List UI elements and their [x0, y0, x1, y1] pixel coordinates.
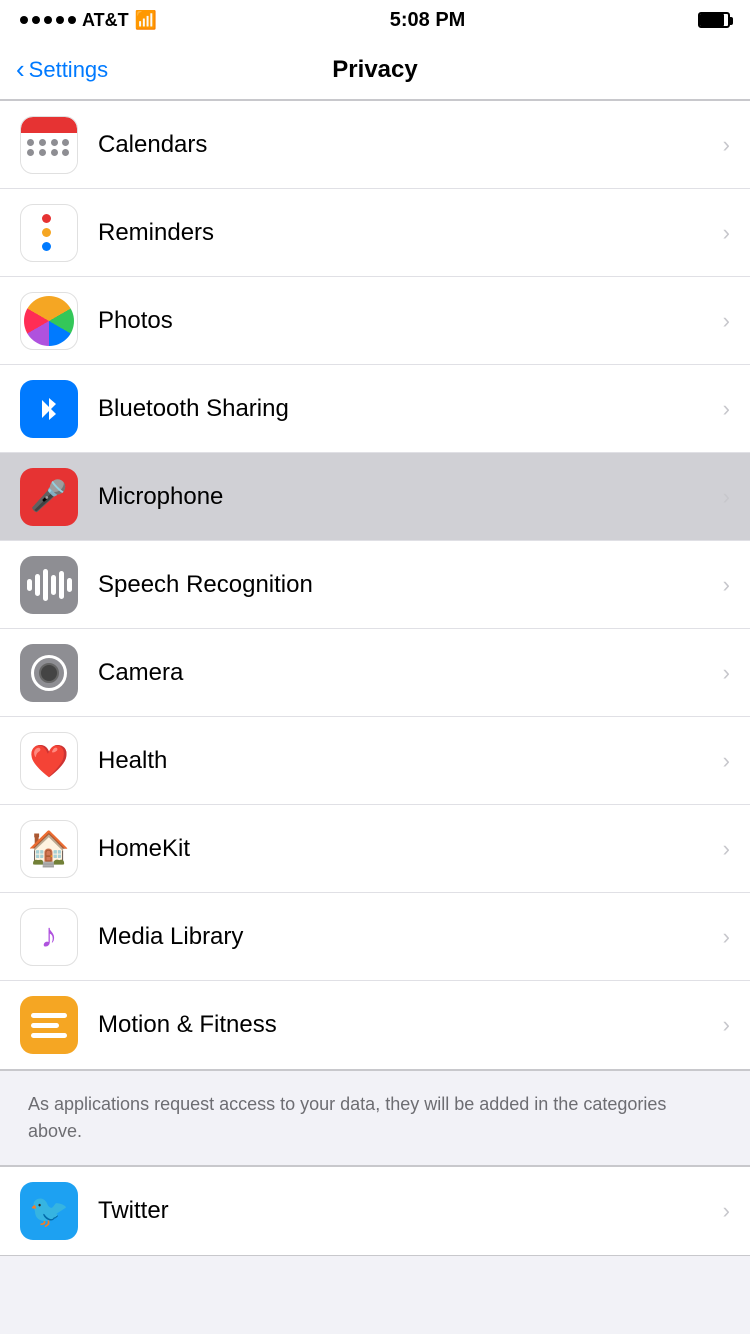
status-bar: AT&T 📶 5:08 PM — [0, 0, 750, 40]
chevron-icon: › — [723, 220, 730, 246]
chevron-icon: › — [723, 748, 730, 774]
time-label: 5:08 PM — [390, 9, 466, 32]
media-label: Media Library — [98, 923, 723, 951]
chevron-icon: › — [723, 308, 730, 334]
homekit-label: HomeKit — [98, 835, 723, 863]
calendars-icon — [20, 116, 78, 174]
twitter-icon: 🐦 — [20, 1182, 78, 1240]
battery-icon — [698, 12, 730, 28]
health-label: Health — [98, 747, 723, 775]
list-item-microphone[interactable]: 🎤 Microphone › — [0, 453, 750, 541]
list-item-reminders[interactable]: Reminders › — [0, 189, 750, 277]
battery-fill — [700, 14, 724, 26]
chevron-icon: › — [723, 484, 730, 510]
privacy-list: Calendars › Reminders › Photos › Bluetoo… — [0, 100, 750, 1070]
signal-dot-5 — [68, 16, 76, 24]
nav-bar: ‹ Settings Privacy — [0, 40, 750, 100]
speech-icon — [20, 556, 78, 614]
photos-label: Photos — [98, 307, 723, 335]
reminders-label: Reminders — [98, 219, 723, 247]
homekit-icon: 🏠 — [20, 820, 78, 878]
motion-label: Motion & Fitness — [98, 1011, 723, 1039]
microphone-icon: 🎤 — [20, 468, 78, 526]
signal-dots — [20, 16, 76, 24]
bluetooth-label: Bluetooth Sharing — [98, 395, 723, 423]
health-icon: ❤️ — [20, 732, 78, 790]
back-label: Settings — [29, 57, 109, 83]
list-item-homekit[interactable]: 🏠 HomeKit › — [0, 805, 750, 893]
status-right — [698, 12, 730, 28]
back-button[interactable]: ‹ Settings — [16, 57, 108, 83]
signal-dot-1 — [20, 16, 28, 24]
chevron-icon: › — [723, 396, 730, 422]
speech-label: Speech Recognition — [98, 571, 723, 599]
chevron-icon: › — [723, 572, 730, 598]
reminders-icon — [20, 204, 78, 262]
calendars-label: Calendars — [98, 131, 723, 159]
list-item-twitter[interactable]: 🐦 Twitter › — [0, 1167, 750, 1255]
list-item-photos[interactable]: Photos › — [0, 277, 750, 365]
bluetooth-icon — [20, 380, 78, 438]
signal-dot-2 — [32, 16, 40, 24]
bottom-list: 🐦 Twitter › — [0, 1166, 750, 1256]
carrier-label: AT&T — [82, 10, 129, 31]
chevron-icon: › — [723, 132, 730, 158]
chevron-icon: › — [723, 1198, 730, 1224]
wifi-icon: 📶 — [135, 10, 157, 31]
list-item-media[interactable]: ♪ Media Library › — [0, 893, 750, 981]
list-item-camera[interactable]: Camera › — [0, 629, 750, 717]
microphone-label: Microphone — [98, 483, 723, 511]
signal-dot-4 — [56, 16, 64, 24]
chevron-icon: › — [723, 1012, 730, 1038]
camera-label: Camera — [98, 659, 723, 687]
chevron-icon: › — [723, 924, 730, 950]
back-chevron-icon: ‹ — [16, 56, 25, 82]
motion-icon — [20, 996, 78, 1054]
photos-icon — [20, 292, 78, 350]
signal-dot-3 — [44, 16, 52, 24]
chevron-icon: › — [723, 836, 730, 862]
list-item-calendars[interactable]: Calendars › — [0, 101, 750, 189]
twitter-label: Twitter — [98, 1197, 723, 1225]
camera-icon — [20, 644, 78, 702]
status-left: AT&T 📶 — [20, 10, 157, 31]
list-item-speech[interactable]: Speech Recognition › — [0, 541, 750, 629]
media-icon: ♪ — [20, 908, 78, 966]
list-item-motion[interactable]: Motion & Fitness › — [0, 981, 750, 1069]
chevron-icon: › — [723, 660, 730, 686]
page-title: Privacy — [332, 56, 417, 84]
list-item-health[interactable]: ❤️ Health › — [0, 717, 750, 805]
list-item-bluetooth[interactable]: Bluetooth Sharing › — [0, 365, 750, 453]
footer-note: As applications request access to your d… — [0, 1070, 750, 1166]
